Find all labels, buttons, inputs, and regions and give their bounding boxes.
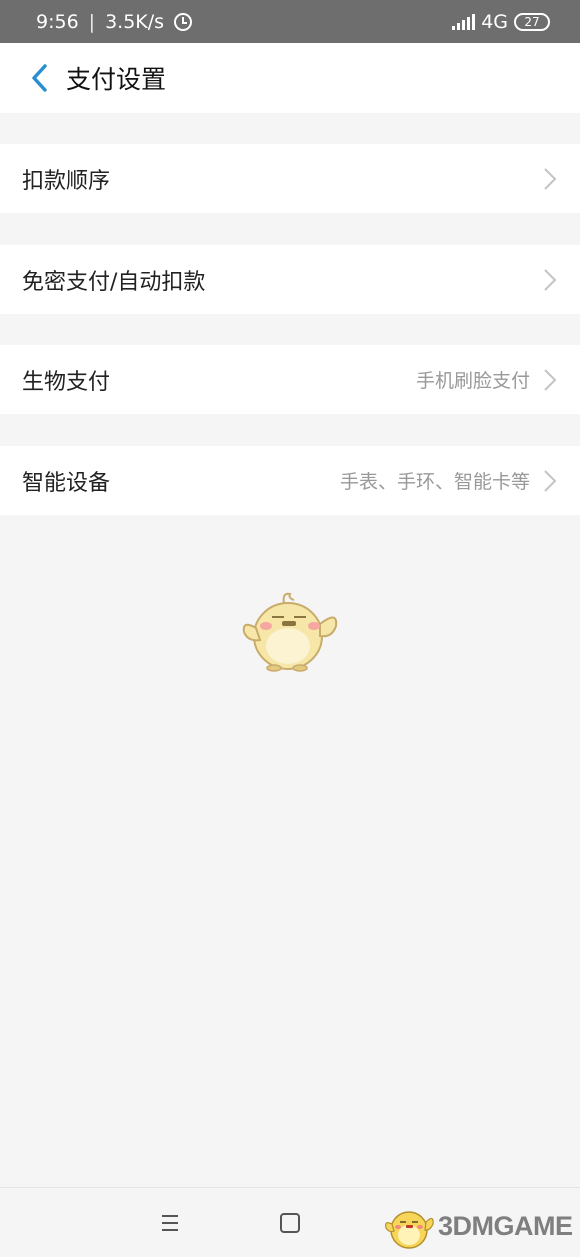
network-speed: 3.5K/s [105, 10, 165, 33]
chevron-right-icon [542, 167, 558, 191]
menu-item-label: 智能设备 [22, 470, 111, 496]
chevron-right-icon [542, 368, 558, 392]
menu-item-label: 扣款顺序 [22, 168, 111, 194]
signal-icon [452, 13, 476, 30]
nav-bar: 支付设置 [0, 43, 580, 113]
status-right: 4G 27 [452, 11, 550, 33]
menu-item-smart-devices[interactable]: 智能设备 手表、手环、智能卡等 [0, 446, 580, 515]
watermark: 3DMGAME [384, 1197, 580, 1255]
watermark-mascot-icon [385, 1211, 434, 1249]
alarm-icon [174, 12, 193, 31]
chevron-right-icon [542, 469, 558, 493]
menu-item-biometric-pay[interactable]: 生物支付 手机刷脸支付 [0, 345, 580, 414]
chevron-right-icon [542, 268, 558, 292]
menu-icon[interactable] [158, 1212, 182, 1234]
status-bar: 9:56 | 3.5K/s 4G 27 [0, 0, 580, 43]
watermark-text: 3DMGAME [438, 1210, 573, 1241]
battery-icon: 27 [514, 12, 550, 31]
menu-item-value: 手机刷脸支付 [415, 370, 530, 392]
menu-item-value: 手表、手环、智能卡等 [339, 471, 530, 493]
menu-item-label: 免密支付/自动扣款 [22, 269, 206, 295]
menu-item-password-free-pay[interactable]: 免密支付/自动扣款 [0, 245, 580, 314]
status-time: 9:56 [36, 10, 79, 33]
battery-level: 27 [524, 14, 540, 29]
page-title: 支付设置 [66, 65, 167, 94]
chevron-left-icon [32, 64, 47, 92]
home-icon[interactable] [280, 1213, 300, 1233]
menu-item-label: 生物支付 [22, 369, 111, 395]
status-separator: | [88, 10, 96, 33]
penguin-mascot-icon [242, 592, 338, 672]
network-type: 4G [481, 10, 508, 33]
back-button[interactable] [14, 43, 66, 113]
status-left: 9:56 | 3.5K/s [36, 10, 193, 33]
menu-item-deduction-order[interactable]: 扣款顺序 [0, 144, 580, 213]
